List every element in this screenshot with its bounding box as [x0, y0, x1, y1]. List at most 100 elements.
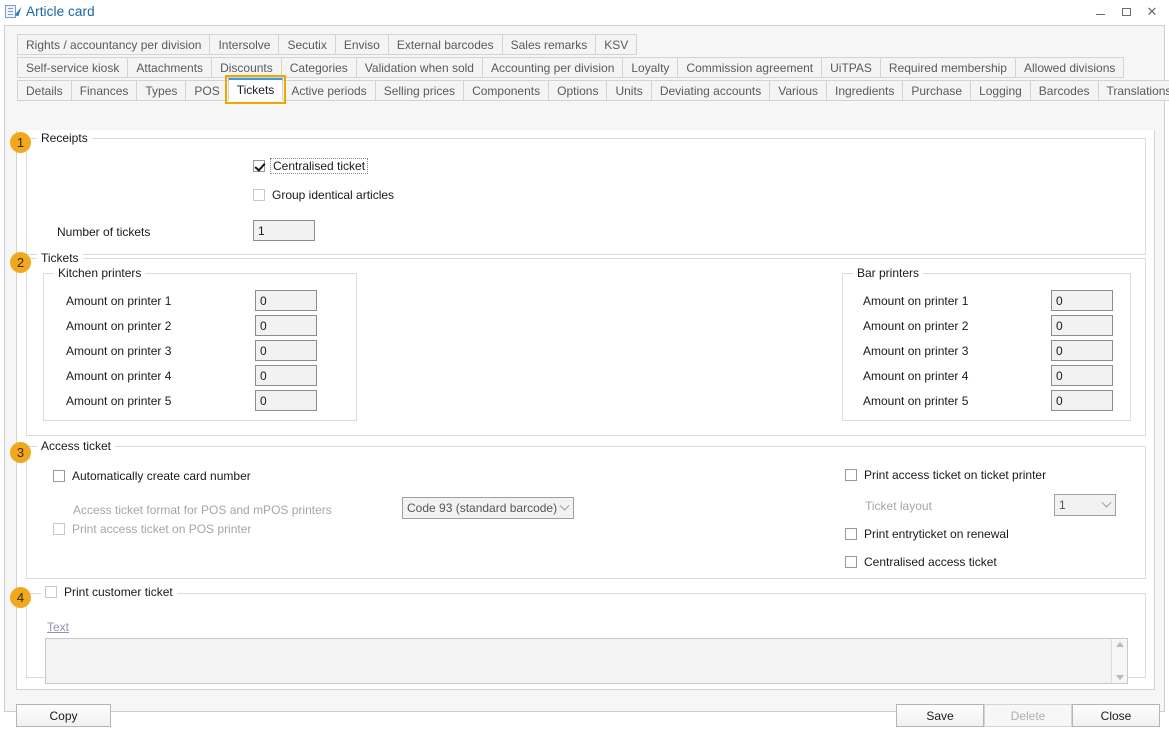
tab-translations[interactable]: Translations [1098, 80, 1169, 101]
textarea-scrollbar[interactable] [1111, 639, 1127, 683]
tab-secutix[interactable]: Secutix [278, 34, 335, 55]
tab-finances[interactable]: Finances [71, 80, 138, 101]
window-controls: ✕ [1087, 0, 1165, 23]
dialog-footer: Copy Save Delete Close [16, 694, 1155, 734]
tab-accounting-per-division[interactable]: Accounting per division [482, 57, 623, 78]
scroll-down-icon[interactable] [1116, 675, 1124, 680]
tab-attachments[interactable]: Attachments [127, 57, 212, 78]
printer-amount-input[interactable]: 0 [1051, 365, 1113, 386]
tab-deviating-accounts[interactable]: Deviating accounts [651, 80, 770, 101]
article-card-icon [5, 5, 19, 19]
print-entryticket-renewal-row[interactable]: Print entryticket on renewal [845, 527, 1009, 541]
tab-types[interactable]: Types [136, 80, 186, 101]
receipts-group: Receipts Centralised ticket Group identi… [26, 138, 1146, 255]
number-of-tickets-label: Number of tickets [57, 225, 150, 239]
printer-amount-input[interactable]: 0 [1051, 390, 1113, 411]
centralised-access-ticket-row[interactable]: Centralised access ticket [845, 555, 997, 569]
printer-amount-label: Amount on printer 4 [66, 369, 171, 383]
printer-amount-input[interactable]: 0 [255, 315, 317, 336]
tab-units[interactable]: Units [606, 80, 651, 101]
printer-amount-label: Amount on printer 1 [863, 294, 968, 308]
tab-ksv[interactable]: KSV [595, 34, 637, 55]
print-access-ticket-printer-row[interactable]: Print access ticket on ticket printer [845, 468, 1046, 482]
tab-sales-remarks[interactable]: Sales remarks [502, 34, 597, 55]
tab-active-periods[interactable]: Active periods [282, 80, 375, 101]
print-customer-ticket-row[interactable]: Print customer ticket [41, 585, 177, 599]
printer-amount-label: Amount on printer 3 [863, 344, 968, 358]
auto-create-card-number-checkbox[interactable] [53, 470, 65, 482]
access-ticket-format-select[interactable]: Code 93 (standard barcode) [402, 497, 574, 519]
access-ticket-legend: Access ticket [37, 439, 115, 453]
printer-amount-label: Amount on printer 5 [863, 394, 968, 408]
print-access-ticket-printer-checkbox[interactable] [845, 469, 857, 481]
tab-loyalty[interactable]: Loyalty [622, 57, 678, 78]
tab-components[interactable]: Components [463, 80, 549, 101]
printer-amount-input[interactable]: 0 [255, 290, 317, 311]
tab-row-3: DetailsFinancesTypesPOSTicketsActive per… [17, 79, 1164, 101]
tab-required-membership[interactable]: Required membership [880, 57, 1016, 78]
centralised-ticket-checkbox-row[interactable]: Centralised ticket [253, 158, 368, 174]
printer-amount-input[interactable]: 0 [255, 340, 317, 361]
tab-ingredients[interactable]: Ingredients [826, 80, 903, 101]
print-entryticket-renewal-label: Print entryticket on renewal [864, 527, 1009, 541]
close-button[interactable]: ✕ [1139, 0, 1165, 23]
printer-amount-input[interactable]: 0 [255, 365, 317, 386]
tab-external-barcodes[interactable]: External barcodes [388, 34, 503, 55]
tab-commission-agreement[interactable]: Commission agreement [677, 57, 822, 78]
chevron-down-icon[interactable] [1097, 495, 1115, 515]
step-badge-2: 2 [10, 252, 31, 273]
tab-allowed-divisions[interactable]: Allowed divisions [1015, 57, 1124, 78]
tab-tickets[interactable]: Tickets [228, 78, 284, 101]
tab-uitpas[interactable]: UiTPAS [821, 57, 881, 78]
text-link[interactable]: Text [47, 620, 69, 634]
tab-enviso[interactable]: Enviso [335, 34, 389, 55]
tab-options[interactable]: Options [548, 80, 607, 101]
printer-amount-input[interactable]: 0 [1051, 340, 1113, 361]
print-customer-ticket-checkbox[interactable] [45, 586, 57, 598]
printer-amount-input[interactable]: 0 [255, 390, 317, 411]
chevron-down-icon[interactable] [555, 498, 573, 518]
scroll-up-icon[interactable] [1116, 642, 1124, 647]
printer-amount-label: Amount on printer 5 [66, 394, 171, 408]
tab-self-service-kiosk[interactable]: Self-service kiosk [17, 57, 128, 78]
ticket-layout-select[interactable]: 1 [1054, 494, 1116, 516]
printer-amount-input[interactable]: 0 [1051, 315, 1113, 336]
bar-printers-group: Bar printers Amount on printer 10Amount … [842, 273, 1131, 421]
centralised-access-ticket-checkbox[interactable] [845, 556, 857, 568]
tab-purchase[interactable]: Purchase [902, 80, 971, 101]
tab-intersolve[interactable]: Intersolve [209, 34, 279, 55]
tab-categories[interactable]: Categories [281, 57, 357, 78]
tab-row-2: Self-service kioskAttachmentsDiscountsCa… [17, 56, 1164, 78]
centralised-ticket-checkbox[interactable] [253, 160, 265, 172]
tab-details[interactable]: Details [17, 80, 72, 101]
dialog-frame: Rights / accountancy per divisionInterso… [4, 25, 1165, 712]
print-customer-ticket-group: Print customer ticket Text [26, 593, 1146, 678]
tab-various[interactable]: Various [769, 80, 827, 101]
printer-amount-input[interactable]: 0 [1051, 290, 1113, 311]
minimize-button[interactable] [1087, 0, 1113, 23]
ticket-layout-value: 1 [1059, 498, 1066, 512]
kitchen-printers-group: Kitchen printers Amount on printer 10Amo… [43, 273, 357, 421]
group-identical-articles-checkbox[interactable] [253, 189, 265, 201]
auto-create-card-number-row[interactable]: Automatically create card number [53, 469, 251, 483]
tab-logging[interactable]: Logging [970, 80, 1031, 101]
title-bar: Article card ✕ [0, 0, 1169, 23]
tab-selling-prices[interactable]: Selling prices [375, 80, 464, 101]
tab-rights-accountancy-per-division[interactable]: Rights / accountancy per division [17, 34, 210, 55]
maximize-button[interactable] [1113, 0, 1139, 23]
access-ticket-group: Access ticket Automatically create card … [26, 446, 1146, 579]
window-title: Article card [26, 4, 95, 19]
tab-pos[interactable]: POS [185, 80, 228, 101]
tab-discounts[interactable]: Discounts [211, 57, 282, 78]
print-access-ticket-pos-row[interactable]: Print access ticket on POS printer [53, 522, 251, 536]
auto-create-card-number-label: Automatically create card number [72, 469, 251, 483]
group-identical-articles-label: Group identical articles [272, 188, 394, 202]
tab-validation-when-sold[interactable]: Validation when sold [356, 57, 483, 78]
centralised-access-ticket-label: Centralised access ticket [864, 555, 997, 569]
tab-barcodes[interactable]: Barcodes [1030, 80, 1099, 101]
number-of-tickets-input[interactable]: 1 [253, 220, 315, 241]
group-identical-articles-checkbox-row[interactable]: Group identical articles [253, 188, 394, 202]
customer-ticket-textarea[interactable] [45, 638, 1128, 684]
print-access-ticket-pos-checkbox[interactable] [53, 523, 65, 535]
print-entryticket-renewal-checkbox[interactable] [845, 528, 857, 540]
